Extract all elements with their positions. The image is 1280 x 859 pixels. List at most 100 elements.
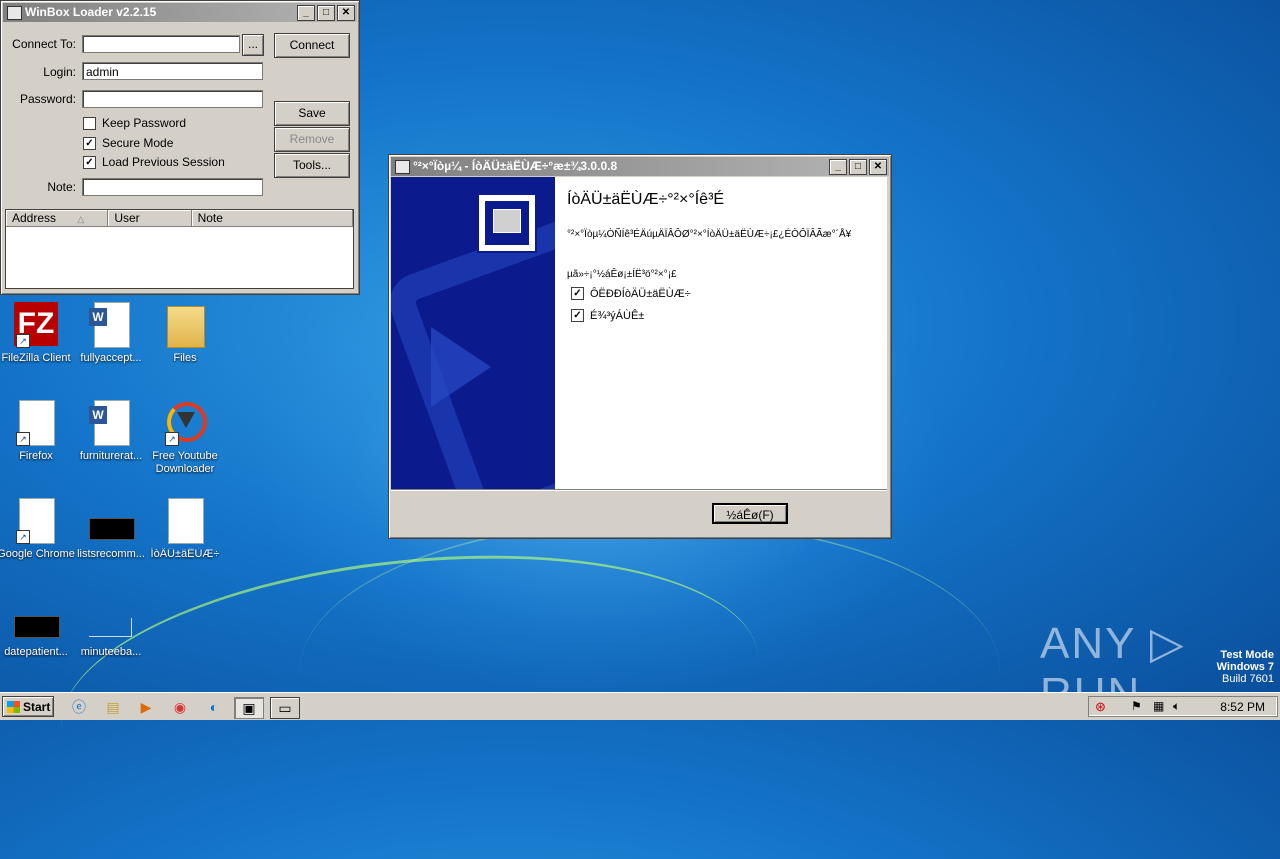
remove-button[interactable]: Remove: [274, 127, 350, 152]
winbox-titlebar[interactable]: WinBox Loader v2.2.15 _ □ ✕: [3, 3, 357, 22]
installer-banner: [391, 177, 555, 489]
password-input[interactable]: [82, 90, 263, 108]
delete-temp-checkbox[interactable]: ✓: [571, 309, 584, 322]
desktop-icon-label: Files: [173, 352, 197, 364]
media-player-icon[interactable]: ▶: [135, 697, 157, 717]
taskbar-installer-icon[interactable]: ▣: [234, 697, 264, 719]
installer-heading: ÍòÄÜ±äËÙÆ÷°²×°Íê³É: [567, 191, 725, 208]
session-list[interactable]: Address △ User Note: [5, 209, 354, 289]
load-previous-session-checkbox-row[interactable]: ✓ Load Previous Session: [83, 155, 225, 169]
word-document-icon: W: [89, 400, 133, 446]
installer-logo-icon: [477, 193, 537, 253]
blank-file-icon: ↗: [14, 498, 58, 544]
keep-password-label: Keep Password: [102, 116, 187, 130]
youtube-downloader-icon: ↗: [163, 400, 207, 446]
finish-button[interactable]: ½áÊø(F): [712, 503, 788, 524]
delete-temp-label: É¾³ýÁÙÊ±: [590, 309, 645, 322]
session-list-header: Address △ User Note: [6, 210, 353, 227]
winbox-title: WinBox Loader v2.2.15: [25, 5, 157, 19]
close-button[interactable]: ✕: [869, 159, 887, 175]
connect-button[interactable]: Connect: [274, 33, 350, 58]
shortcut-arrow-icon: ↗: [16, 432, 30, 446]
blank-file-icon: [163, 498, 207, 544]
blank-thumbnail-icon: [89, 596, 133, 642]
installer-prompt: µã»÷¡°½áÊø¡±ÍË³ö°²×°¡£: [567, 269, 677, 280]
keep-password-checkbox-row[interactable]: Keep Password: [83, 116, 186, 130]
column-header-address[interactable]: Address △: [6, 210, 109, 226]
desktop-icon-label: fullyaccept...: [80, 352, 142, 364]
desktop-icon-furniturerat[interactable]: W furniturerat...: [71, 400, 151, 463]
folder-icon: [163, 302, 207, 348]
desktop-icon-minuteeba[interactable]: minuteeba...: [71, 596, 151, 659]
desktop-icon-listsrecomm[interactable]: listsrecomm...: [71, 498, 151, 561]
black-thumbnail-icon: [89, 498, 135, 544]
minimize-button[interactable]: _: [297, 5, 315, 21]
keep-password-checkbox[interactable]: [83, 116, 96, 130]
black-thumbnail-icon: [14, 596, 60, 642]
minimize-button[interactable]: _: [829, 159, 847, 175]
shortcut-arrow-icon: ↗: [165, 432, 179, 446]
desktop-icon-fullyaccept[interactable]: W fullyaccept...: [71, 302, 151, 365]
installer-app-icon: [395, 160, 410, 174]
run-app-checkbox-row[interactable]: ✓ ÔËÐÐÍòÄÜ±äËÙÆ÷: [571, 287, 691, 300]
login-input[interactable]: admin: [82, 62, 263, 80]
installer-content: ÍòÄÜ±äËÙÆ÷°²×°Íê³É °²×°Ïòµ¼ÒÑÍê³ÉÄúµÄÏÂÔ…: [555, 177, 887, 489]
secure-mode-checkbox[interactable]: ✓: [83, 136, 96, 150]
connect-to-input[interactable]: [82, 35, 240, 53]
browse-button[interactable]: ...: [242, 34, 264, 56]
desktop-icon-google-chrome[interactable]: ↗ Google Chrome: [0, 498, 76, 561]
chrome-icon[interactable]: ◉: [169, 697, 191, 717]
installer-description: °²×°Ïòµ¼ÒÑÍê³ÉÄúµÄÏÂÔØ°²×°ÍòÄÜ±äËÙÆ÷¡£¿É…: [567, 229, 852, 240]
blank-file-icon: ↗: [14, 400, 58, 446]
taskbar-winbox-icon[interactable]: ▭: [270, 697, 300, 719]
desktop-icon-files[interactable]: Files: [145, 302, 225, 365]
desktop-icon-free-youtube-downloader[interactable]: ↗ Free Youtube Downloader: [145, 400, 225, 476]
action-center-flag-icon[interactable]: ⚑: [1131, 699, 1142, 713]
desktop-icon-label: datepatient...: [4, 646, 68, 658]
load-previous-session-checkbox[interactable]: ✓: [83, 155, 96, 169]
desktop-icon-label: FileZilla Client: [1, 352, 71, 364]
connect-to-label: Connect To:: [12, 37, 76, 51]
maximize-button[interactable]: □: [849, 159, 867, 175]
secure-mode-label: Secure Mode: [102, 136, 174, 150]
sort-ascending-icon: △: [77, 214, 85, 224]
tools-button[interactable]: Tools...: [274, 153, 350, 178]
desktop-icon-firefox[interactable]: ↗ Firefox: [0, 400, 76, 463]
desktop-icon-installer-file[interactable]: ÍòÄÜ±äËÙÆ÷: [145, 498, 225, 561]
winbox-app-icon: [7, 6, 22, 20]
start-button[interactable]: Start: [2, 696, 54, 717]
desktop-icon-label: minuteeba...: [80, 646, 142, 658]
installer-title: °²×°Ïòµ¼ - ÍòÄÜ±äËÙÆ÷°æ±¾3.0.0.8: [413, 159, 618, 173]
desktop-icon-datepatient[interactable]: datepatient...: [0, 596, 76, 659]
password-label: Password:: [19, 92, 76, 106]
close-button[interactable]: ✕: [337, 5, 355, 21]
note-input[interactable]: [82, 178, 263, 196]
column-header-note[interactable]: Note: [192, 210, 353, 226]
installer-divider: [391, 489, 887, 491]
save-button[interactable]: Save: [274, 101, 350, 126]
secure-mode-checkbox-row[interactable]: ✓ Secure Mode: [83, 136, 173, 150]
load-previous-session-label: Load Previous Session: [102, 155, 225, 169]
network-icon[interactable]: ▦: [1153, 699, 1164, 713]
desktop-icon-label: listsrecomm...: [77, 548, 145, 560]
run-app-checkbox[interactable]: ✓: [571, 287, 584, 300]
security-alert-icon[interactable]: ⊛: [1095, 699, 1106, 715]
login-label: Login:: [43, 65, 76, 79]
delete-temp-checkbox-row[interactable]: ✓ É¾³ýÁÙÊ±: [571, 309, 644, 322]
file-explorer-icon[interactable]: ▤: [102, 697, 124, 717]
taskbar: Start ⓔ ▤ ▶ ◉ ◐ ▣ ▭ ⊛ ⚑ ▦ 🔈︎ 8:52 PM: [0, 692, 1280, 720]
column-header-user[interactable]: User: [108, 210, 192, 226]
note-label: Note:: [47, 180, 76, 194]
installer-titlebar[interactable]: °²×°Ïòµ¼ - ÍòÄÜ±äËÙÆ÷°æ±¾3.0.0.8 _ □ ✕: [391, 157, 889, 176]
installer-window: °²×°Ïòµ¼ - ÍòÄÜ±äËÙÆ÷°æ±¾3.0.0.8 _ □ ✕ Í…: [388, 154, 892, 539]
desktop-icon-label: Free Youtube Downloader: [152, 450, 218, 475]
desktop-swoosh-2: [300, 520, 1000, 822]
run-app-label: ÔËÐÐÍòÄÜ±äËÙÆ÷: [590, 287, 691, 300]
desktop-icon-filezilla[interactable]: FZ ↗ FileZilla Client: [0, 302, 76, 365]
internet-explorer-icon[interactable]: ⓔ: [68, 697, 90, 717]
edge-icon[interactable]: ◐: [203, 697, 225, 717]
desktop-icon-label: Google Chrome: [0, 548, 75, 560]
maximize-button[interactable]: □: [317, 5, 335, 21]
volume-icon[interactable]: 🔈︎: [1173, 699, 1180, 714]
taskbar-clock[interactable]: 8:52 PM: [1220, 697, 1265, 717]
